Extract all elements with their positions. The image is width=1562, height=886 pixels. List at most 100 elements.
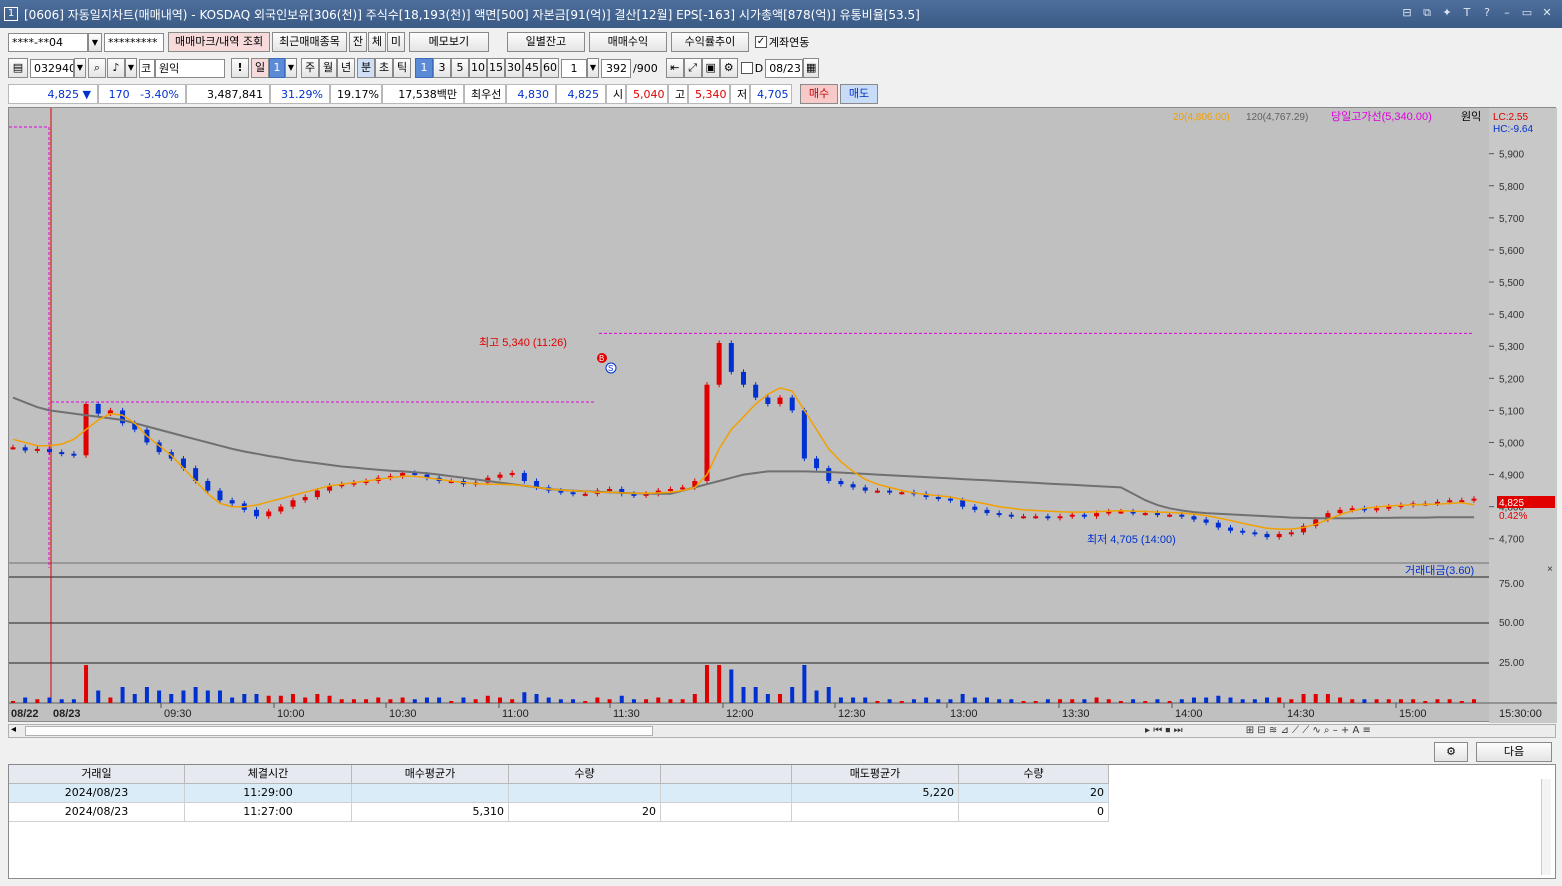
recent-trades-button[interactable]: 최근매매종목 — [272, 32, 347, 52]
scroll-right-icon[interactable]: ▸ — [1145, 725, 1150, 736]
date-checkbox[interactable] — [740, 62, 753, 74]
header-sell-qty[interactable]: 수량 — [959, 765, 1109, 784]
memo-button[interactable]: 메모보기 — [408, 32, 489, 52]
volume-bar — [303, 697, 308, 703]
balance-button[interactable]: 잔 — [348, 32, 367, 52]
last-icon[interactable]: ⏭ — [1174, 725, 1183, 736]
maximize-icon[interactable]: ▭ — [1520, 6, 1534, 20]
account-link-checkbox[interactable]: ✓ — [754, 36, 767, 48]
sound-dropdown-icon[interactable]: ▼ — [125, 58, 137, 78]
low-label: 저 — [730, 84, 750, 104]
volume-bar — [960, 694, 965, 703]
grid-settings-icon[interactable]: ⚙ — [1434, 742, 1468, 762]
stop-icon[interactable]: ⏹ — [1165, 725, 1170, 736]
drawing-tools-icons[interactable]: ⊞ ⊟ ≋ ⊿ ⟋ ⟋ ∿ ⌕ – + A ≡ — [1246, 725, 1371, 736]
filled-button[interactable]: 체 — [367, 32, 386, 52]
header-buy-qty[interactable]: 수량 — [509, 765, 661, 784]
day-dropdown-icon[interactable]: ▼ — [285, 58, 297, 78]
minute-60-button[interactable]: 60 — [541, 58, 559, 78]
profit-trend-button[interactable]: 수익률추이 — [670, 32, 749, 52]
minute-5-button[interactable]: 5 — [451, 58, 469, 78]
cell-buy-avg — [352, 784, 509, 803]
header-fill-time[interactable]: 체결시간 — [185, 765, 352, 784]
volume-bar — [1058, 699, 1063, 703]
stock-list-icon[interactable]: ▤ — [8, 58, 28, 78]
minute-3-button[interactable]: 3 — [433, 58, 451, 78]
price-change: 170 -3.40% — [98, 84, 186, 104]
stock-code-field[interactable]: 032940 — [30, 58, 74, 78]
first-icon[interactable]: ⏮ — [1153, 725, 1162, 736]
volume-bar — [1423, 701, 1428, 703]
volume-close-icon[interactable]: × — [1547, 564, 1553, 575]
scroll-thumb[interactable] — [25, 726, 653, 736]
unfilled-button[interactable]: 미 — [386, 32, 405, 52]
code-dropdown-icon[interactable]: ▼ — [74, 58, 86, 78]
header-buy-avg[interactable]: 매수평균가 — [352, 765, 509, 784]
alert-button[interactable]: ! — [231, 58, 249, 78]
date-field[interactable]: 08/23 — [765, 58, 804, 78]
chart-area[interactable]: 5,900 5,800 5,700 5,600 5,500 5,400 5,300 5,200… — [8, 107, 1557, 723]
buy-button[interactable]: 매수 — [800, 84, 838, 104]
chart-scrollbar[interactable]: ◂ ▸ ⏮ ⏹ ⏭ ⊞ ⊟ ≋ ⊿ ⟋ ⟋ ∿ ⌕ – + A ≡ — [8, 724, 1556, 738]
period-day-button[interactable]: 일 — [251, 58, 269, 78]
volume-bar — [400, 697, 405, 703]
gear-icon[interactable]: ⚙ — [719, 58, 738, 78]
minute-1-button[interactable]: 1 — [415, 58, 433, 78]
volume-bar — [412, 699, 417, 703]
period-minute-button[interactable]: 분 — [357, 58, 375, 78]
period-tick-button[interactable]: 틱 — [393, 58, 411, 78]
search-icon[interactable]: ⌕ — [88, 58, 106, 78]
volume-bar — [729, 669, 734, 703]
minute-45-button[interactable]: 45 — [523, 58, 541, 78]
unit-dropdown-icon[interactable]: ▼ — [587, 58, 599, 78]
scroll-left-icon[interactable]: ◂ — [11, 724, 16, 735]
volume-bar — [266, 695, 271, 703]
cell-sell-avg: 5,220 — [792, 784, 959, 803]
period-second-button[interactable]: 초 — [375, 58, 393, 78]
volume-bar — [790, 687, 795, 703]
trade-profit-button[interactable]: 매매수익 — [588, 32, 667, 52]
day-count-field[interactable]: 1 — [269, 58, 285, 78]
expand-icon[interactable]: ⤢ — [683, 58, 702, 78]
pin-icon[interactable]: ✦ — [1440, 6, 1454, 20]
period-year-button[interactable]: 년 — [337, 58, 355, 78]
minute-10-button[interactable]: 10 — [469, 58, 487, 78]
minimize-icon[interactable]: – — [1500, 6, 1514, 20]
period-month-button[interactable]: 월 — [319, 58, 337, 78]
compress-icon[interactable]: ⇤ — [665, 58, 684, 78]
font-icon[interactable]: T — [1460, 6, 1474, 20]
unit-field[interactable]: 1 — [561, 58, 587, 78]
save-icon[interactable]: ▣ — [701, 58, 720, 78]
table-row[interactable]: 2024/08/23 11:27:00 5,310 20 0 — [9, 803, 1555, 822]
sell-button[interactable]: 매도 — [840, 84, 878, 104]
header-sell-avg[interactable]: 매도평균가 — [792, 765, 959, 784]
minute-30-button[interactable]: 30 — [505, 58, 523, 78]
period-week-button[interactable]: 주 — [301, 58, 319, 78]
account-dropdown-icon[interactable]: ▼ — [88, 32, 102, 52]
volume-bar — [461, 697, 466, 703]
help-icon[interactable]: ? — [1480, 6, 1494, 20]
tile-icon[interactable]: ⧉ — [1420, 6, 1434, 20]
password-field[interactable]: ********* — [104, 32, 164, 52]
daily-balance-button[interactable]: 일별잔고 — [506, 32, 585, 52]
close-icon[interactable]: ✕ — [1540, 6, 1554, 20]
price-chart[interactable]: 5,900 5,800 5,700 5,600 5,500 5,400 5,300 5,200… — [9, 108, 1557, 723]
table-row[interactable]: 2024/08/23 11:29:00 5,220 20 — [9, 784, 1555, 803]
volume-bar — [1167, 701, 1172, 703]
volume-bar — [936, 699, 941, 703]
speaker-icon[interactable]: ♪ — [107, 58, 125, 78]
mark-query-button[interactable]: 매매마크/내역 조회 — [168, 32, 271, 52]
candle-body — [1154, 513, 1160, 516]
layout-icon[interactable]: ⊟ — [1400, 6, 1414, 20]
stock-name-field[interactable]: 원익 — [155, 58, 225, 78]
account-select[interactable]: ****-**04 — [8, 32, 88, 52]
candle-body — [1337, 509, 1343, 514]
app-icon[interactable]: 1 — [4, 7, 18, 21]
minute-15-button[interactable]: 15 — [487, 58, 505, 78]
next-button[interactable]: 다음 — [1476, 742, 1552, 762]
header-trade-date[interactable]: 거래일 — [9, 765, 185, 784]
bar-count-field[interactable]: 392 — [601, 58, 631, 78]
candle-body — [205, 480, 211, 491]
table-scrollbar[interactable] — [1541, 779, 1551, 875]
calendar-icon[interactable]: ▦ — [803, 58, 820, 78]
